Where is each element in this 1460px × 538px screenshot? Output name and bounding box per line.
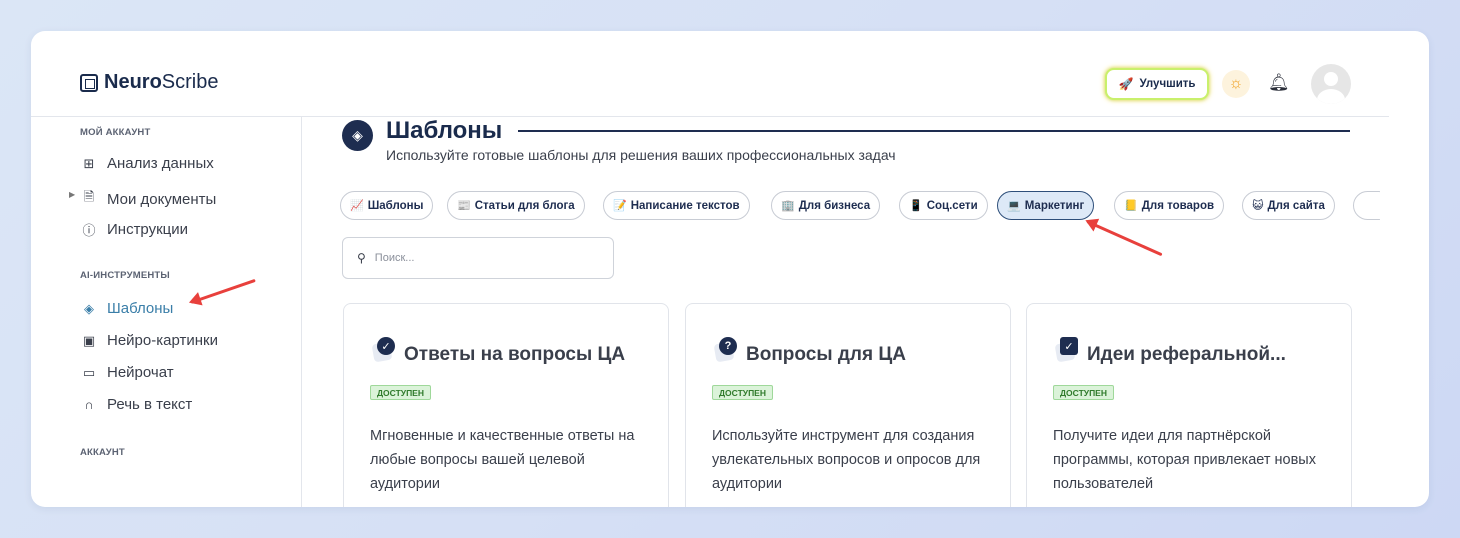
sidebar-item-label: Нейрочат bbox=[107, 364, 174, 381]
scrollbar[interactable] bbox=[1389, 31, 1429, 507]
sidebar-item-neurochat[interactable]: ▭ Нейрочат bbox=[81, 364, 174, 381]
layers-icon: ◈ bbox=[84, 300, 94, 316]
chip-social[interactable]: 📱 Соц.сети bbox=[899, 191, 988, 220]
expand-caret-icon[interactable]: ▶ bbox=[69, 190, 75, 199]
document-icon: 🗎 bbox=[83, 189, 95, 204]
sidebar-item-label: Шаблоны bbox=[107, 300, 174, 317]
sidebar-item-documents[interactable]: 🗎 Мои документы bbox=[81, 188, 217, 210]
chart-icon: 📈 bbox=[350, 200, 364, 212]
check-square-icon: ✓ bbox=[1054, 337, 1078, 363]
chip-label: Написание текстов bbox=[630, 199, 740, 212]
sidebar-item-label: Речь в текст bbox=[107, 396, 193, 413]
card-description: Используйте инструмент для создания увле… bbox=[712, 428, 981, 492]
chip-label: Маркетинг bbox=[1024, 199, 1085, 212]
card-title: Вопросы для ЦА bbox=[746, 344, 906, 365]
sidebar-item-instructions[interactable]: ⓘ Инструкции bbox=[81, 220, 188, 239]
sidebar-item-analytics[interactable]: ⊞ Анализ данных bbox=[81, 155, 214, 172]
status-badge: ДОСТУПЕН bbox=[1053, 385, 1114, 400]
grid-icon: ⊞ bbox=[83, 155, 95, 171]
sidebar-item-templates[interactable]: ◈ Шаблоны bbox=[81, 300, 173, 317]
avatar-head bbox=[1324, 72, 1338, 86]
phone-icon: 📱 bbox=[909, 200, 923, 212]
sidebar-item-label: Инструкции bbox=[107, 221, 189, 238]
question-circle-icon: ? bbox=[713, 337, 737, 363]
chat-icon: ▭ bbox=[82, 364, 96, 380]
sidebar-item-label: Анализ данных bbox=[107, 155, 214, 172]
sidebar-section-account: АККАУНТ bbox=[80, 447, 125, 458]
top-header: NeuroScribe 🚀 Улучшить ☼ 🔔︎ bbox=[31, 31, 1389, 117]
chip-more[interactable] bbox=[1353, 191, 1380, 220]
logo-icon bbox=[80, 73, 98, 92]
memo-icon: 📝 bbox=[613, 200, 627, 212]
template-card[interactable]: ✓ Ответы на вопросы ЦА ДОСТУПЕН Мгновенн… bbox=[343, 303, 669, 507]
search-placeholder: Поиск... bbox=[374, 252, 415, 264]
title-divider bbox=[518, 130, 1350, 132]
help-icon: ⓘ bbox=[82, 223, 96, 238]
template-card[interactable]: ? Вопросы для ЦА ДОСТУПЕН Используйте ин… bbox=[685, 303, 1011, 507]
avatar[interactable] bbox=[1311, 64, 1351, 104]
sidebar-item-label: Нейро-картинки bbox=[107, 332, 218, 349]
card-description: Мгновенные и качественные ответы на любы… bbox=[370, 428, 635, 492]
chip-label: Для бизнеса bbox=[798, 199, 871, 212]
chip-label: Для товаров bbox=[1141, 199, 1215, 212]
page-subtitle: Используйте готовые шаблоны для решения … bbox=[386, 147, 896, 163]
ledger-icon: 📒 bbox=[1124, 200, 1138, 212]
sidebar-section-my-account: МОЙ АККАУНТ bbox=[80, 127, 151, 138]
status-badge: ДОСТУПЕН bbox=[370, 385, 431, 400]
cat-icon: 😺 bbox=[1252, 200, 1264, 212]
headphones-icon: ∩ bbox=[84, 397, 94, 412]
upgrade-label: Улучшить bbox=[1139, 78, 1196, 90]
layers-icon: ◈ bbox=[342, 120, 373, 151]
building-icon: 🏢 bbox=[781, 200, 795, 212]
status-badge: ДОСТУПЕН bbox=[712, 385, 773, 400]
card-description: Получите идеи для партнёрской программы,… bbox=[1053, 428, 1316, 492]
chip-products[interactable]: 📒 Для товаров bbox=[1114, 191, 1225, 220]
card-title: Ответы на вопросы ЦА bbox=[404, 344, 626, 365]
search-icon: ⚲ bbox=[357, 251, 366, 265]
search-input[interactable]: ⚲ Поиск... bbox=[342, 237, 614, 279]
chip-templates[interactable]: 📈 Шаблоны bbox=[340, 191, 434, 220]
logo-text-bold: Neuro bbox=[104, 71, 162, 93]
bell-icon[interactable]: 🔔︎ bbox=[1268, 73, 1290, 93]
sidebar-item-speech-to-text[interactable]: ∩ Речь в текст bbox=[81, 396, 192, 413]
chip-website[interactable]: 😺 Для сайта bbox=[1242, 191, 1335, 220]
chip-blog-articles[interactable]: 📰 Статьи для блога bbox=[447, 191, 585, 220]
main-content: ◈ Шаблоны Используйте готовые шаблоны дл… bbox=[302, 117, 1389, 507]
chip-business[interactable]: 🏢 Для бизнеса bbox=[771, 191, 881, 220]
card-title: Идеи реферальной... bbox=[1087, 344, 1286, 365]
logo-text: Scribe bbox=[161, 71, 219, 93]
logo[interactable]: NeuroScribe bbox=[80, 71, 219, 94]
sidebar-item-neuro-images[interactable]: ▣ Нейро-картинки bbox=[81, 332, 218, 349]
template-card[interactable]: ✓ Идеи реферальной... ДОСТУПЕН Получите … bbox=[1026, 303, 1352, 507]
rocket-icon: 🚀 bbox=[1118, 77, 1134, 91]
chip-label: Шаблоны bbox=[367, 199, 424, 212]
chip-marketing[interactable]: 💻 Маркетинг bbox=[997, 191, 1095, 220]
theme-toggle-sun-icon[interactable]: ☼ bbox=[1222, 70, 1250, 98]
chip-label: Для сайта bbox=[1267, 199, 1325, 212]
laptop-icon: 💻 bbox=[1007, 200, 1021, 212]
page-title: Шаблоны bbox=[386, 117, 503, 144]
avatar-body bbox=[1317, 89, 1345, 104]
chip-label: Статьи для блога bbox=[474, 199, 575, 212]
image-icon: ▣ bbox=[82, 332, 96, 348]
category-chips: 📈 Шаблоны 📰 Статьи для блога 📝 Написание те… bbox=[340, 190, 1380, 222]
chip-label: Соц.сети bbox=[926, 199, 978, 212]
upgrade-button[interactable]: 🚀 Улучшить bbox=[1105, 68, 1209, 100]
check-circle-icon: ✓ bbox=[371, 337, 395, 363]
newspaper-icon: 📰 bbox=[457, 200, 471, 212]
chip-writing[interactable]: 📝 Написание текстов bbox=[603, 191, 750, 220]
sidebar-item-label: Мои документы bbox=[107, 190, 217, 208]
app-window: NeuroScribe 🚀 Улучшить ☼ 🔔︎ МОЙ АККАУНТ … bbox=[31, 31, 1429, 507]
sidebar: МОЙ АККАУНТ ▶ ⊞ Анализ данных 🗎 Мои доку… bbox=[31, 117, 302, 507]
sidebar-section-ai-tools: AI-ИНСТРУМЕНТЫ bbox=[80, 270, 170, 281]
